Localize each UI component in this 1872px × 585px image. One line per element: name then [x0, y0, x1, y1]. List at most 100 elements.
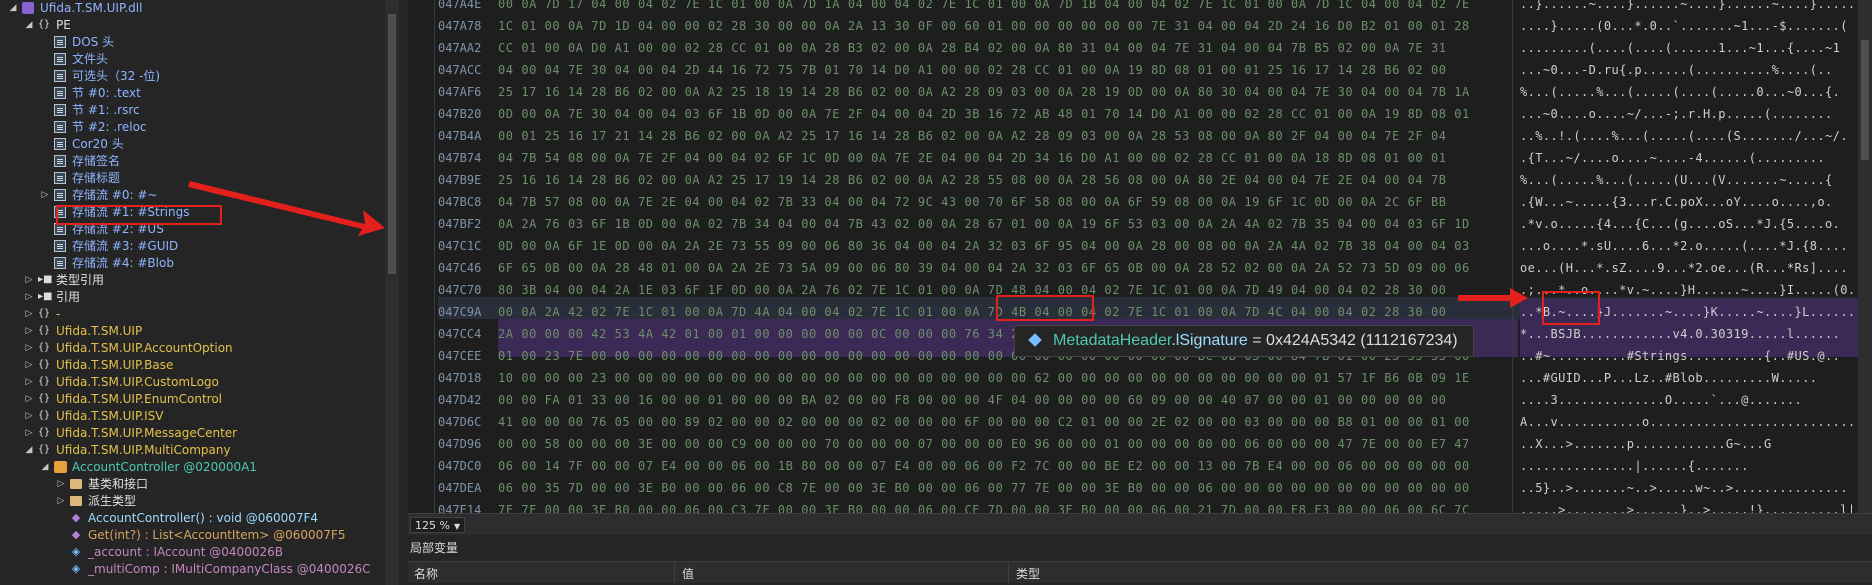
hex-ascii: ..}......~....}......~....}......~....}.…	[1520, 0, 1871, 11]
hex-scrollbar[interactable]	[1858, 0, 1872, 513]
column-name[interactable]: 名称	[414, 565, 438, 582]
tree-item-label: 存储流 #0: #~	[72, 188, 158, 202]
hex-row[interactable]: 047DC0 06 00 14 7F 00 00 07 E4 00 00 06 0…	[408, 455, 1872, 477]
tree-ns-uip[interactable]: ▷ {} Ufida.T.SM.UIP	[0, 323, 385, 340]
hex-address: 047A4E	[438, 0, 482, 11]
expand-arrow-icon[interactable]: ▷	[24, 306, 34, 323]
tree-storage-header[interactable]: 存储标题	[0, 170, 385, 187]
expand-arrow-icon[interactable]: ▷	[24, 323, 34, 340]
tree-stream-blob[interactable]: 存储流 #4: #Blob	[0, 255, 385, 272]
hex-row[interactable]: 047D42 00 00 FA 01 33 00 16 00 00 01 00 0…	[408, 389, 1872, 411]
tree-ns-messagecenter[interactable]: ▷ {} Ufida.T.SM.UIP.MessageCenter	[0, 425, 385, 442]
column-divider[interactable]	[674, 562, 675, 584]
hex-row[interactable]: 047C70 80 3B 04 00 04 2A 1E 03 6F 1F 0D 0…	[408, 279, 1872, 301]
tree-stream-guid[interactable]: 存储流 #3: #GUID	[0, 238, 385, 255]
tree-ns-isv[interactable]: ▷ {} Ufida.T.SM.UIP.ISV	[0, 408, 385, 425]
expand-arrow-icon[interactable]: ▷	[24, 272, 34, 289]
tree-field-account[interactable]: ◈ _account : IAccount @0400026B	[0, 544, 385, 561]
tree-ns-empty[interactable]: ▷ {} -	[0, 306, 385, 323]
hex-row[interactable]: 047BC8 04 7B 57 08 00 0A 7E 2E 04 00 04 0…	[408, 191, 1872, 213]
assembly-ufida-t-sm-uip-dll[interactable]: ◢ Ufida.T.SM.UIP.dll	[0, 0, 385, 17]
tree-method-get[interactable]: ◆ Get(int?) : List<AccountItem> @060007F5	[0, 527, 385, 544]
tree-section-reloc[interactable]: 节 #2: .reloc	[0, 119, 385, 136]
tree-references[interactable]: ▷ ▸■ 引用	[0, 289, 385, 306]
expand-arrow-icon[interactable]: ▷	[24, 425, 34, 442]
tree-cor20-header[interactable]: Cor20 头	[0, 136, 385, 153]
expand-arrow-icon[interactable]: ▷	[24, 357, 34, 374]
expand-arrow-icon[interactable]: ▷	[40, 187, 50, 204]
collapse-arrow-icon[interactable]: ◢	[8, 0, 18, 17]
hex-bytes: 00 0A 2A 42 02 7E 1C 01 00 0A 7D 4A 04 0…	[498, 305, 1447, 319]
hex-row[interactable]: 047B9E 25 16 16 14 28 B6 02 00 0A A2 25 1…	[408, 169, 1872, 191]
expand-arrow-icon[interactable]: ▷	[24, 391, 34, 408]
hex-row[interactable]: 047DEA 06 00 35 7D 00 00 3E B0 00 00 06 0…	[408, 477, 1872, 499]
scrollbar-thumb[interactable]	[388, 14, 396, 274]
expand-arrow-icon[interactable]: ▷	[24, 340, 34, 357]
hex-row[interactable]: 047B4A 00 01 25 16 17 21 14 28 B6 02 00 0…	[408, 125, 1872, 147]
expand-arrow-icon[interactable]: ▷	[56, 476, 66, 493]
expand-arrow-icon[interactable]: ▷	[24, 374, 34, 391]
tree-derived-types[interactable]: ▷ 派生类型	[0, 493, 385, 510]
tree-storage-signature[interactable]: 存储签名	[0, 153, 385, 170]
tree-method-ctor[interactable]: ◆ AccountController() : void @060007F4	[0, 510, 385, 527]
tree-ns-accountoption[interactable]: ▷ {} Ufida.T.SM.UIP.AccountOption	[0, 340, 385, 357]
hex-row[interactable]: 047D6C 41 00 00 00 76 05 00 00 89 02 00 0…	[408, 411, 1872, 433]
tree-ns-customlogo[interactable]: ▷ {} Ufida.T.SM.UIP.CustomLogo	[0, 374, 385, 391]
tree-pe[interactable]: ◢ {} PE	[0, 17, 385, 34]
tree-section-rsrc[interactable]: 节 #1: .rsrc	[0, 102, 385, 119]
folder-icon	[70, 496, 82, 506]
hex-row[interactable]: 047A4E 00 0A 7D 17 04 00 04 02 7E 1C 01 0…	[408, 0, 1872, 15]
column-divider[interactable]	[1008, 562, 1009, 584]
collapse-arrow-icon[interactable]: ◢	[24, 17, 34, 34]
tree-scrollbar[interactable]	[385, 0, 399, 585]
collapse-arrow-icon[interactable]: ◢	[40, 459, 50, 476]
hex-row[interactable]: 047BF2 0A 2A 76 03 6F 1B 0D 00 0A 02 7B 3…	[408, 213, 1872, 235]
scrollbar-thumb[interactable]	[1861, 40, 1869, 160]
tree-ns-base[interactable]: ▷ {} Ufida.T.SM.UIP.Base	[0, 357, 385, 374]
hex-row[interactable]: 047D18 10 00 00 00 23 00 00 00 00 00 00 0…	[408, 367, 1872, 389]
collapse-arrow-icon[interactable]: ◢	[24, 442, 34, 459]
tree-item-label: 节 #0: .text	[72, 86, 141, 100]
tree-optional-header[interactable]: 可选头（32 -位)	[0, 68, 385, 85]
tree-item-label: Cor20 头	[72, 137, 124, 151]
hex-editor[interactable]: 047A4E 00 0A 7D 17 04 00 04 02 7E 1C 01 0…	[408, 0, 1872, 513]
namespace-icon: {}	[38, 444, 51, 455]
tree-item-label: 节 #2: .reloc	[72, 120, 147, 134]
hex-row[interactable]: 047AA2 CC 01 00 0A D0 A1 00 00 02 28 CC 0…	[408, 37, 1872, 59]
hex-row[interactable]: 047C9A 00 0A 2A 42 02 7E 1C 01 00 0A 7D 4…	[408, 301, 1872, 323]
hex-ascii: ...~0...-D.ru{.p......(..........%....(.…	[1520, 63, 1833, 77]
hex-row[interactable]: 047D96 00 00 58 00 00 00 3E 00 00 00 C9 0…	[408, 433, 1872, 455]
hex-address: 047ACC	[438, 63, 482, 77]
tree-dos-header[interactable]: DOS 头	[0, 34, 385, 51]
hex-row[interactable]: 047E14 7F 7F 00 00 3E B0 00 00 06 00 C3 7…	[408, 499, 1872, 513]
hex-row[interactable]: 047ACC 04 00 04 7E 30 04 00 04 2D 44 16 7…	[408, 59, 1872, 81]
expand-arrow-icon[interactable]: ▷	[24, 408, 34, 425]
tree-field-multicomp[interactable]: ◈ _multiComp : IMultiCompanyClass @040002…	[0, 561, 385, 578]
tooltip-field: lSignature	[1175, 332, 1248, 349]
tree-item-label: 派生类型	[88, 494, 137, 508]
assembly-explorer-tree[interactable]: ◢ Ufida.T.SM.UIP.dll ◢ {} PE DOS 头文件头 可选头（32 -…	[0, 0, 408, 585]
hex-row[interactable]: 047C1C 0D 00 0A 6F 1E 0D 00 0A 2A 2E 73 5…	[408, 235, 1872, 257]
column-type[interactable]: 类型	[1016, 565, 1040, 582]
column-value[interactable]: 值	[682, 565, 694, 582]
hex-bytes: 06 00 35 7D 00 00 3E B0 00 00 06 00 C8 7…	[498, 481, 1470, 495]
tree-file-header[interactable]: 文件头	[0, 51, 385, 68]
expand-arrow-icon[interactable]: ▷	[56, 493, 66, 510]
hex-row[interactable]: 047B74 04 7B 54 08 00 0A 7E 2F 04 00 04 0…	[408, 147, 1872, 169]
method-icon: ◆	[71, 528, 81, 541]
hex-bytes: 80 3B 04 00 04 2A 1E 03 6F 1F 0D 00 0A 2…	[498, 283, 1447, 297]
hex-row[interactable]: 047AF6 25 17 16 14 28 B6 02 00 0A A2 25 1…	[408, 81, 1872, 103]
tree-ns-enumcontrol[interactable]: ▷ {} Ufida.T.SM.UIP.EnumControl	[0, 391, 385, 408]
hex-row[interactable]: 047C46 6F 65 0B 00 0A 28 48 01 00 0A 2A 2…	[408, 257, 1872, 279]
hex-row[interactable]: 047B20 0D 00 0A 7E 30 04 00 04 03 6F 1B 0…	[408, 103, 1872, 125]
tree-section-text[interactable]: 节 #0: .text	[0, 85, 385, 102]
tree-base-types[interactable]: ▷ 基类和接口	[0, 476, 385, 493]
tree-ns-multicompany[interactable]: ◢ {} Ufida.T.SM.UIP.MultiCompany	[0, 442, 385, 459]
tree-class-accountcontroller[interactable]: ◢ AccountController @020000A1	[0, 459, 385, 476]
locals-panel: 局部变量 名称 值 类型	[408, 535, 1872, 585]
hex-row[interactable]: 047A78 1C 01 00 0A 7D 1D 04 00 00 02 28 3…	[408, 15, 1872, 37]
tree-type-references[interactable]: ▷ ▸■ 类型引用	[0, 272, 385, 289]
tree-stream-tilde[interactable]: ▷ 存储流 #0: #~	[0, 187, 385, 204]
zoom-select[interactable]: 125 % ▼	[410, 517, 466, 533]
expand-arrow-icon[interactable]: ▷	[24, 289, 34, 306]
